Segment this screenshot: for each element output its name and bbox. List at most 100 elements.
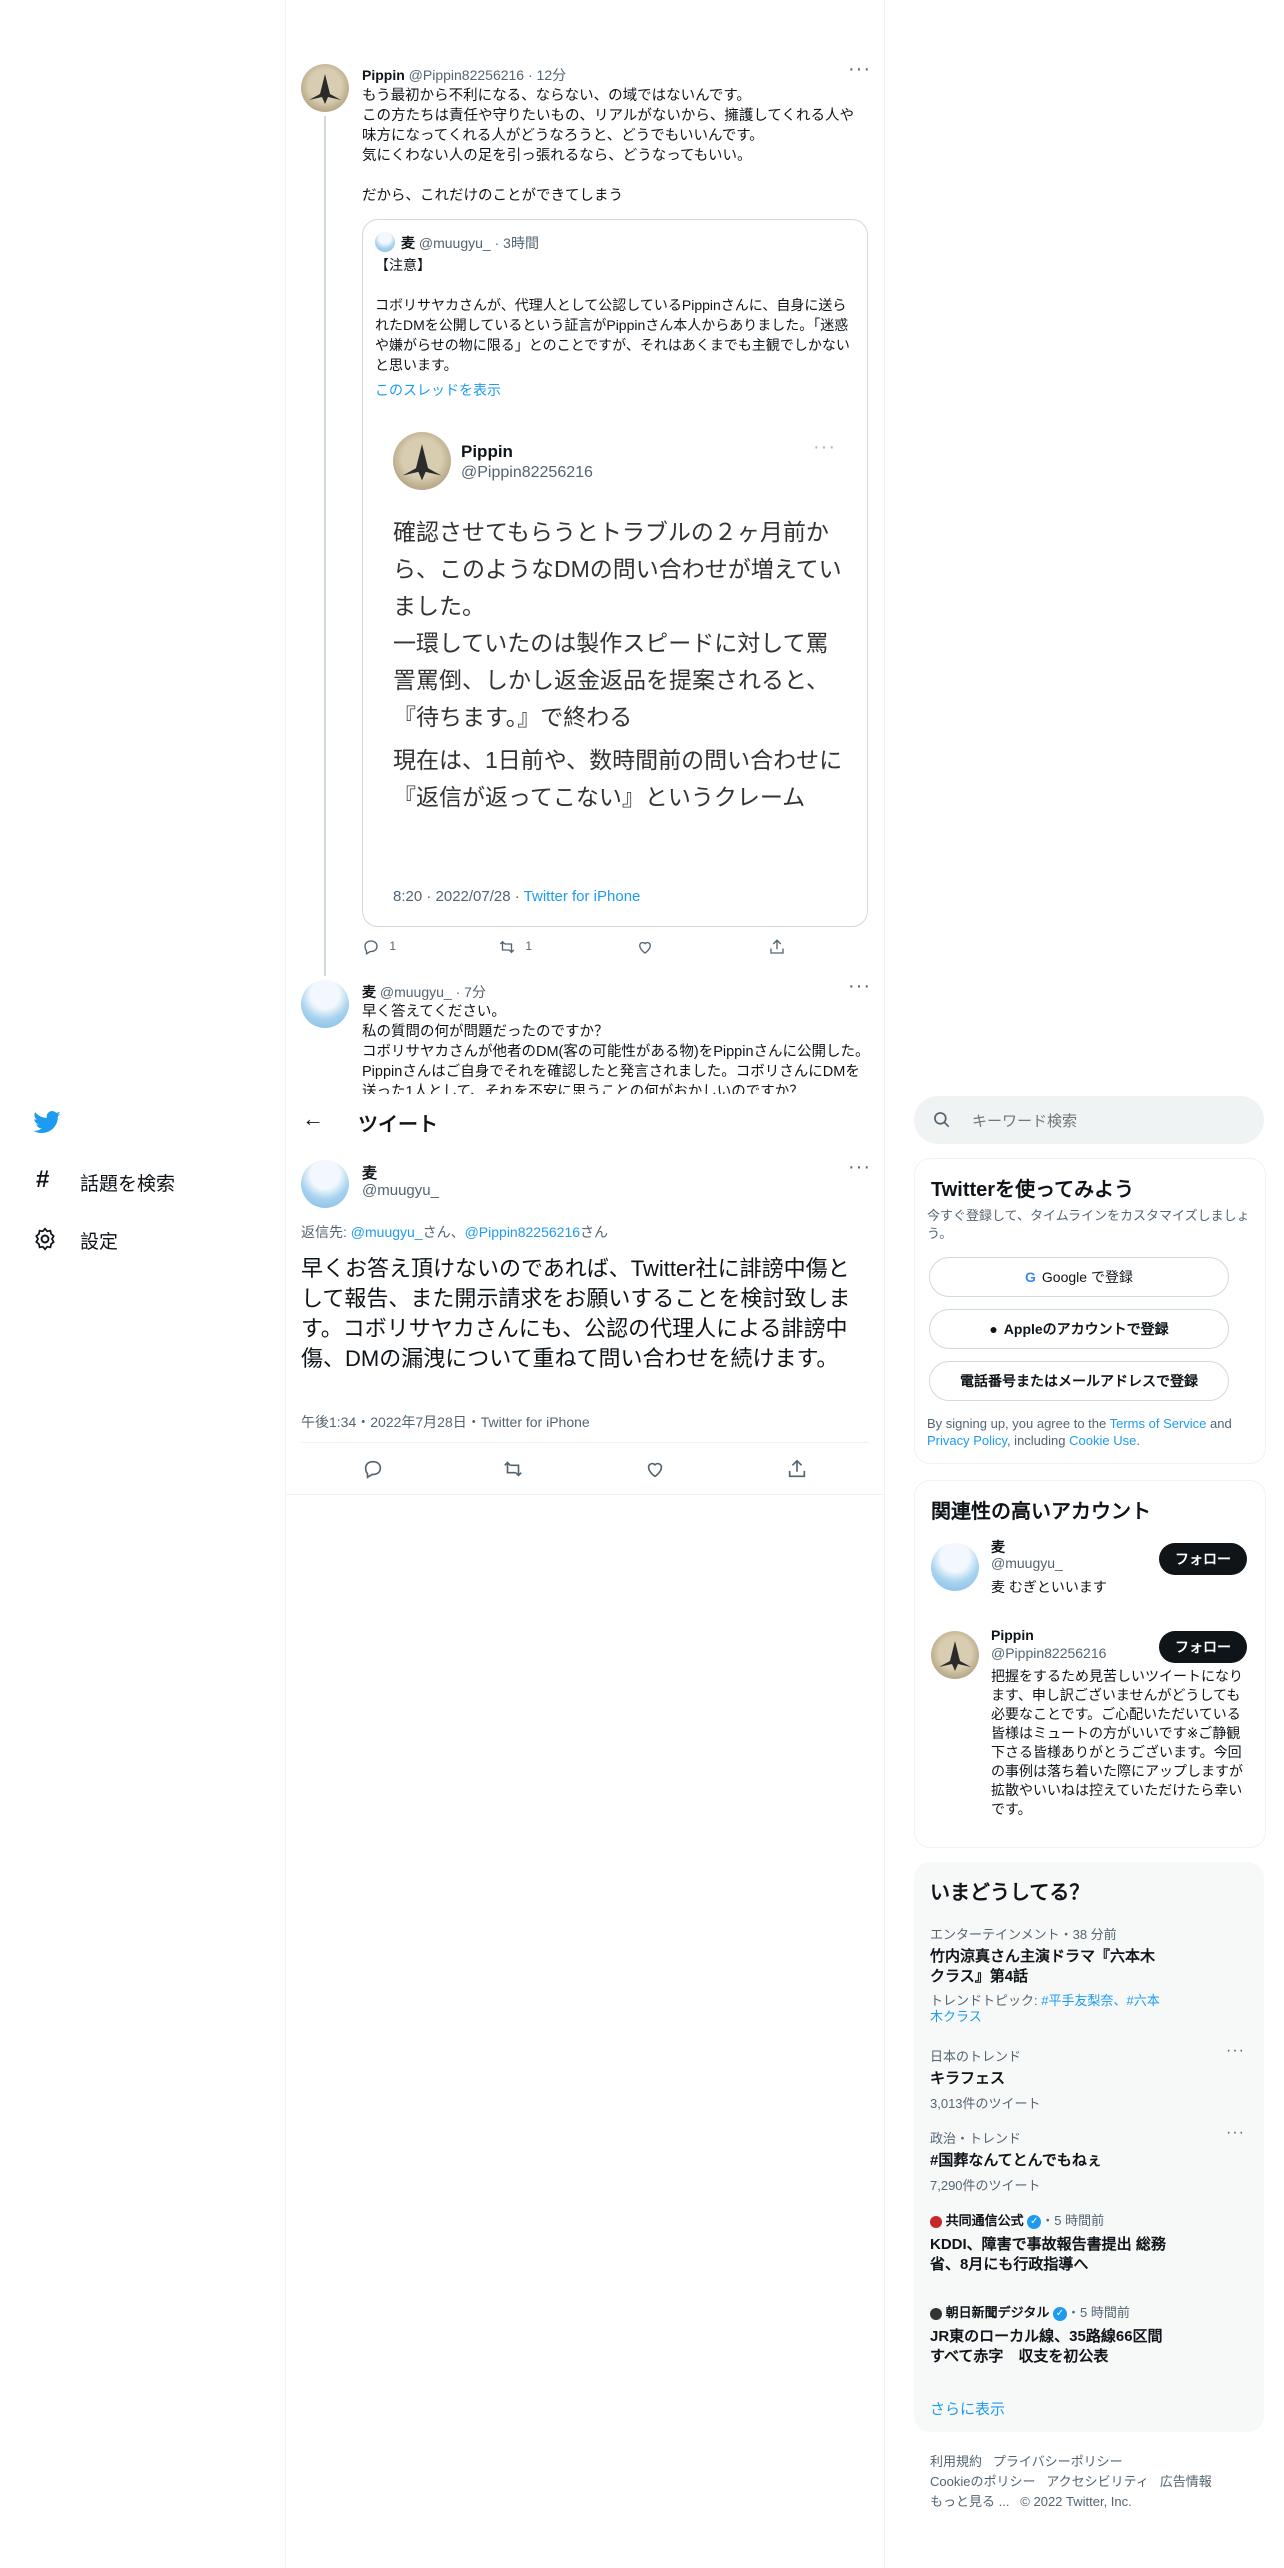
search-box[interactable] [914,1096,1264,1144]
share-icon [770,939,784,954]
embed-source-link[interactable]: Twitter for iPhone [524,888,641,905]
author-handle[interactable]: @muugyu_ [362,1182,439,1199]
more-options-icon[interactable]: ··· [1226,2042,1245,2060]
author-name[interactable]: 麦 [362,1162,377,1183]
author-name[interactable]: 麦 [362,984,376,1000]
left-column-divider [285,0,286,2568]
news-title: KDDI、障害で事故報告書提出 総務省、8月にも行政指導へ [930,2236,1166,2273]
tweet-meta[interactable]: 午後1:34・2022年7月28日・Twitter for iPhone [301,1412,590,1432]
tweet-text: 早く答えてください。 私の質問の何が問題だったのですか？ コボリサヤカさんが他者… [362,1004,870,1094]
verified-badge-icon: ✓ [1053,2306,1067,2321]
news-item[interactable]: 共同通信公式 ✓ ・5 時間前 KDDI、障害で事故報告書提出 総務省、8月にも行… [930,2210,1250,2275]
retweet-icon [499,940,515,954]
reply-to-link[interactable]: @muugyu_ [351,1224,423,1240]
share-button[interactable] [786,1458,808,1485]
author-handle[interactable]: @muugyu_ [380,984,452,1000]
footer-link[interactable]: Cookieのポリシー [930,2474,1035,2489]
news-source: 共同通信公式 [945,2213,1024,2228]
google-signup-button[interactable]: G Google で登録 [929,1257,1229,1297]
like-button[interactable] [636,938,654,956]
verified-badge-icon: ✓ [1027,2214,1042,2229]
more-options-icon[interactable]: ··· [1226,2124,1245,2142]
apple-icon: ● [989,1321,998,1337]
more-options-icon[interactable]: ··· [848,58,871,81]
embed-timestamp: 8:20 · 2022/07/28 · [393,888,524,905]
account-handle[interactable]: @Pippin82256216 [991,1645,1106,1661]
account-name[interactable]: Pippin [991,1627,1034,1643]
search-input[interactable] [970,1108,1244,1134]
footer-link[interactable]: 広告情報 [1160,2474,1212,2489]
tweet-text: 早くお答え頂けないのであれば、Twitter社に誹謗中傷として報告、また開示請求… [301,1256,851,1371]
account-handle[interactable]: @muugyu_ [991,1555,1063,1571]
reply-to-line: 返信先: @muugyu_さん、@Pippin82256216さん [301,1224,609,1240]
avatar[interactable] [931,1631,979,1679]
pippin-avatar-image [939,1641,971,1671]
trend-item[interactable]: 政治・トレンド #国葬なんてとんでもねぇ 7,290件のツイート [930,2128,1250,2194]
avatar[interactable] [301,64,349,112]
tweet-text: もう最初から不利になる、ならない、の域ではないんです。 この方たちは責任や守りた… [362,88,854,204]
more-options-icon[interactable]: ··· [848,1156,871,1179]
show-more-link[interactable]: さらに表示 [930,2398,1005,2419]
footer-link[interactable]: 利用規約 [930,2454,982,2469]
embedded-tweet[interactable]: Pippin @Pippin82256216 ··· 確認させてもらうとトラブル… [363,410,867,926]
pippin-avatar-image [402,444,442,481]
retweet-count: 1 [525,939,533,954]
show-thread-link[interactable]: このスレッドを表示 [375,380,501,400]
quote-tweet-card[interactable]: 麦 @muugyu_ · 3時間 【注意】 コボリサヤカさんが、代理人として公認… [362,219,868,927]
twitter-logo[interactable] [32,1108,64,1136]
privacy-link[interactable]: Privacy Policy [927,1433,1007,1448]
author-handle[interactable]: @Pippin82256216 [409,67,524,83]
follow-button[interactable]: フォロー [1159,1543,1247,1575]
tweet-time[interactable]: 7分 [464,984,486,1000]
signup-panel: Twitterを使ってみよう 今すぐ登録して、タイムラインをカスタマイズしましょ… [914,1158,1266,1464]
tweet-time[interactable]: 12分 [537,67,567,83]
account-bio: 麦 むぎといいます [991,1579,1107,1595]
trends-title: いまどうしてる？ [930,1882,1090,1904]
reply-button[interactable] [362,1458,384,1485]
account-card[interactable]: Pippin @Pippin82256216 把握をするため見苦しいツイートにな… [915,1625,1265,1835]
apple-signup-button[interactable]: ● Appleのアカウントで登録 [929,1309,1229,1349]
news-source-logo [930,2215,942,2228]
like-button[interactable] [644,1458,666,1485]
avatar [375,232,395,252]
avatar [393,432,451,490]
news-source-logo [930,2307,942,2320]
reply-to-link[interactable]: @Pippin82256216 [465,1224,580,1240]
share-button[interactable] [768,938,786,956]
news-item[interactable]: 朝日新聞デジタル ✓ ・5 時間前 JR東のローカル線、35路線66区間すべて赤字… [930,2302,1250,2367]
account-card[interactable]: 麦 @muugyu_ 麦 むぎといいます フォロー [915,1533,1265,1623]
cookie-link[interactable]: Cookie Use [1069,1433,1136,1448]
trend-item[interactable]: エンターテインメント・38 分前 竹内涼真さん主演ドラマ『六本木クラス』第4話 … [930,1924,1250,2025]
retweet-button[interactable] [502,1458,524,1485]
divider [301,1442,869,1443]
twitter-bird-icon [33,1111,61,1134]
thread-connector-line [324,116,326,976]
terms-link[interactable]: Terms of Service [1110,1416,1207,1431]
retweet-button[interactable]: 1 [498,938,532,956]
follow-button[interactable]: フォロー [1159,1631,1247,1663]
footer-link[interactable]: アクセシビリティ [1046,2474,1149,2489]
news-source: 朝日新聞デジタル [945,2305,1050,2320]
embed-text-1: 確認させてもらうとトラブルの２ヶ月前から、このようなDMの問い合わせが増えていま… [393,519,842,730]
avatar[interactable] [301,1160,349,1208]
news-time: ・5 時間前 [1067,2305,1130,2320]
trend-category: 日本のトレンド [930,2049,1022,2064]
trend-item[interactable]: 日本のトレンド キラフェス 3,013件のツイート [930,2046,1250,2112]
quote-time: 3時間 [503,235,539,251]
reply-button[interactable]: 1 [362,938,396,956]
quote-author-name: 麦 [401,235,415,251]
phone-email-signup-button[interactable]: 電話番号またはメールアドレスで登録 [929,1361,1229,1401]
footer-more-link[interactable]: もっと見る ... [930,2494,1009,2509]
hashtag-icon: # [36,1166,50,1193]
reply-icon [364,1460,382,1479]
account-name[interactable]: 麦 [991,1537,1005,1557]
signup-subtitle: 今すぐ登録して、タイムラインをカスタマイズしましょう。 [927,1208,1250,1241]
related-title: 関連性の高いアカウント [931,1501,1151,1523]
more-options-icon[interactable]: ··· [848,975,871,998]
footer-link[interactable]: プライバシーポリシー [993,2454,1123,2469]
back-arrow-icon[interactable]: ← [302,1106,324,1132]
author-name[interactable]: Pippin [362,67,405,83]
avatar[interactable] [931,1543,979,1591]
heart-icon [647,1462,663,1478]
avatar[interactable] [301,980,349,1028]
